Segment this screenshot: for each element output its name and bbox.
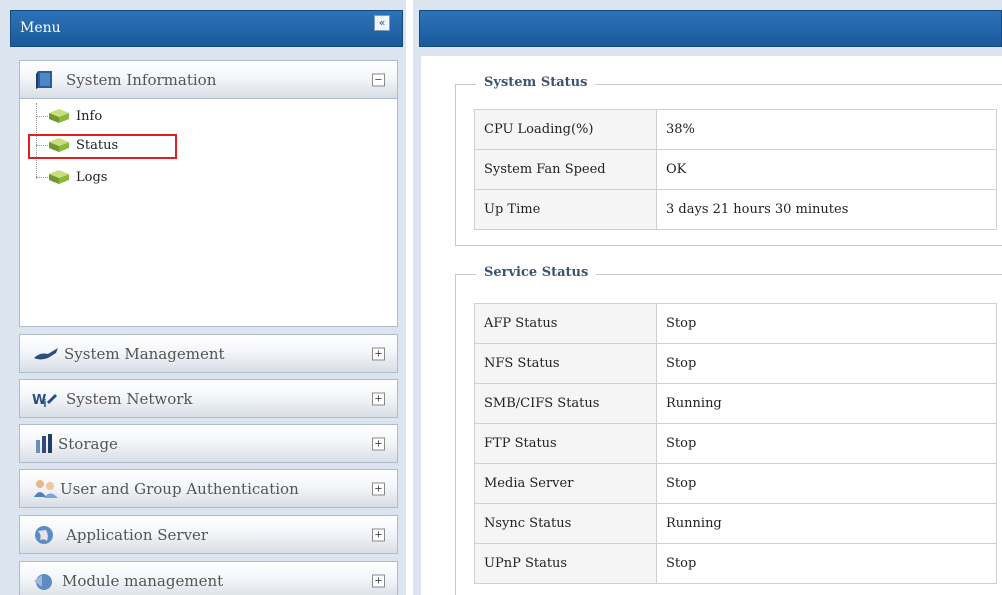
row-label: CPU Loading(%) — [474, 109, 657, 150]
network-icon: W i — [32, 393, 58, 409]
row-value: OK — [656, 149, 997, 190]
system-status-legend: System Status — [476, 75, 596, 90]
row-value: 38% — [656, 109, 997, 150]
menu-title: Menu — [20, 20, 61, 36]
module-icon — [34, 573, 52, 590]
content-header — [419, 10, 1002, 47]
row-value: 3 days 21 hours 30 minutes — [656, 189, 997, 230]
book-icon — [36, 70, 52, 89]
section-system-information[interactable]: System Information − — [19, 60, 398, 99]
section-label: Storage — [58, 434, 118, 453]
row-value: Running — [656, 383, 997, 424]
service-status-legend: Service Status — [476, 265, 597, 280]
menu-header: Menu « — [10, 10, 403, 47]
system-status-group: System Status CPU Loading(%) 38% System … — [455, 75, 1002, 246]
expand-toggle-icon[interactable]: + — [372, 347, 385, 360]
section-user-group-auth[interactable]: User and Group Authentication + — [19, 469, 398, 508]
section-label: System Information — [66, 70, 217, 89]
section-system-management[interactable]: System Management + — [19, 334, 398, 373]
content-body: System Status CPU Loading(%) 38% System … — [421, 56, 1002, 595]
section-application-server[interactable]: Application Server + — [19, 515, 398, 554]
table-row: SMB/CIFS Status Running — [474, 383, 997, 424]
row-value: Stop — [656, 303, 997, 344]
table-row: UPnP Status Stop — [474, 543, 997, 584]
row-label: NFS Status — [474, 343, 657, 384]
section-label: User and Group Authentication — [60, 479, 299, 498]
selection-highlight — [28, 134, 177, 159]
row-label: FTP Status — [474, 423, 657, 464]
row-label: Nsync Status — [474, 503, 657, 544]
row-label: SMB/CIFS Status — [474, 383, 657, 424]
tree-item-label: Info — [76, 108, 103, 124]
row-value: Stop — [656, 463, 997, 504]
expand-toggle-icon[interactable]: + — [372, 574, 385, 587]
row-value: Running — [656, 503, 997, 544]
section-storage[interactable]: Storage + — [19, 424, 398, 463]
row-label: UPnP Status — [474, 543, 657, 584]
table-row: FTP Status Stop — [474, 423, 997, 464]
users-icon — [34, 479, 58, 498]
table-row: CPU Loading(%) 38% — [474, 109, 997, 150]
section-system-network[interactable]: W i System Network + — [19, 379, 398, 418]
double-chevron-left-icon[interactable]: « — [374, 15, 390, 31]
content-panel: System Status CPU Loading(%) 38% System … — [413, 0, 1002, 595]
cube-icon — [49, 170, 69, 184]
wrench-icon — [34, 347, 58, 359]
row-value: Stop — [656, 423, 997, 464]
table-row: Up Time 3 days 21 hours 30 minutes — [474, 189, 997, 230]
tree-item-info[interactable]: Info — [30, 105, 102, 127]
table-row: NFS Status Stop — [474, 343, 997, 384]
expand-toggle-icon[interactable]: + — [372, 482, 385, 495]
section-label: System Network — [66, 389, 193, 408]
section-label: Application Server — [66, 525, 209, 544]
tree-item-label: Logs — [76, 169, 108, 185]
menu-panel: Menu « System Information − Info Status … — [0, 0, 406, 595]
section-module-management[interactable]: Module management + — [19, 561, 398, 595]
section-label: System Management — [64, 344, 225, 363]
row-label: Media Server — [474, 463, 657, 504]
section-label: Module management — [62, 571, 224, 590]
service-status-table: AFP Status Stop NFS Status Stop SMB/CIFS… — [474, 303, 997, 584]
table-row: Nsync Status Running — [474, 503, 997, 544]
svg-text:i: i — [43, 397, 47, 409]
storage-icon — [36, 433, 52, 453]
table-row: AFP Status Stop — [474, 303, 997, 344]
globe-icon — [35, 525, 53, 544]
cube-icon — [49, 109, 69, 123]
row-label: AFP Status — [474, 303, 657, 344]
row-label: System Fan Speed — [474, 149, 657, 190]
row-value: Stop — [656, 543, 997, 584]
expand-toggle-icon[interactable]: + — [372, 437, 385, 450]
expand-toggle-icon[interactable]: + — [372, 392, 385, 405]
expand-toggle-icon[interactable]: + — [372, 528, 385, 541]
row-value: Stop — [656, 343, 997, 384]
service-status-group: Service Status AFP Status Stop NFS Statu… — [455, 265, 1002, 595]
table-row: System Fan Speed OK — [474, 149, 997, 190]
row-label: Up Time — [474, 189, 657, 230]
system-status-table: CPU Loading(%) 38% System Fan Speed OK U… — [474, 109, 997, 230]
collapse-toggle-icon[interactable]: − — [372, 73, 385, 86]
table-row: Media Server Stop — [474, 463, 997, 504]
tree-item-logs[interactable]: Logs — [30, 166, 107, 188]
